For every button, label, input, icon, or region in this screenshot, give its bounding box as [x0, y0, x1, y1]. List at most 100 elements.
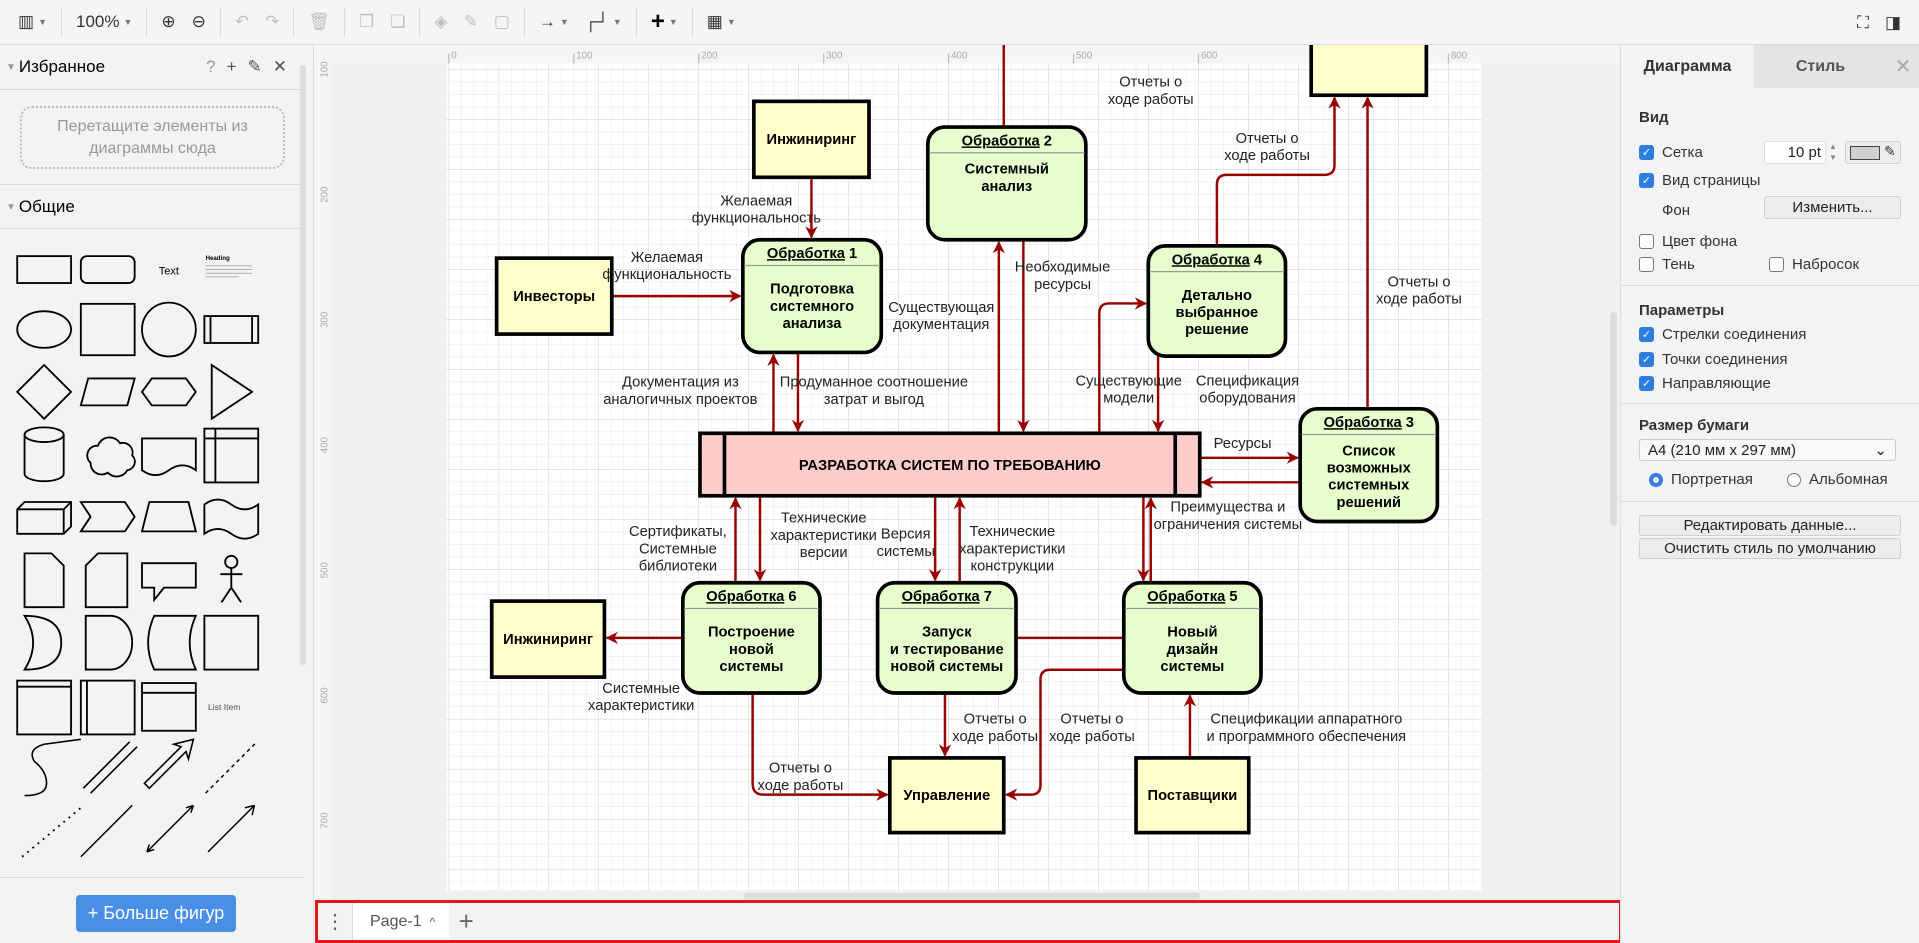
shape-or[interactable]: [22, 614, 63, 671]
vertical-scrollbar[interactable]: [1610, 312, 1617, 526]
grid-checkbox[interactable]: ✓: [1639, 145, 1654, 160]
page-view-checkbox[interactable]: ✓: [1639, 173, 1654, 188]
shape-container[interactable]: [16, 679, 72, 736]
redo-icon[interactable]: ↷: [257, 0, 287, 45]
process-node[interactable]: Обработка 5 Новый дизайн системы: [1121, 580, 1263, 695]
page-tab[interactable]: Page-1 ^: [353, 903, 450, 940]
add-page-button[interactable]: +: [449, 906, 483, 937]
shape-directional-arrow[interactable]: [207, 804, 256, 853]
shape-callout[interactable]: [141, 562, 197, 603]
shape-curve-arrow[interactable]: [24, 738, 81, 797]
edit-icon[interactable]: ✎: [248, 57, 262, 77]
close-icon[interactable]: ✕: [273, 57, 287, 77]
external-entity[interactable]: Управление: [887, 756, 1006, 835]
undo-icon[interactable]: ↶: [227, 0, 257, 45]
shape-cube[interactable]: [16, 501, 72, 535]
sidebar-scrollbar[interactable]: [300, 65, 306, 665]
shape-step[interactable]: [79, 501, 136, 533]
shape-thick-arrow[interactable]: [143, 738, 195, 790]
shape-text[interactable]: Text: [159, 265, 179, 277]
process-node[interactable]: Обработка 7 Запуск и тестирование новой сис…: [875, 580, 1018, 695]
shape-dashed-line[interactable]: [205, 741, 258, 794]
shape-bidirectional-arrow[interactable]: [146, 804, 195, 853]
close-icon[interactable]: ✕: [1887, 45, 1919, 88]
clear-default-style-button[interactable]: Очистить стиль по умолчанию: [1639, 538, 1901, 559]
sketch-checkbox[interactable]: [1769, 257, 1784, 272]
waypoints-icon[interactable]: ┌┘ ▼: [577, 0, 630, 45]
guides-checkbox[interactable]: ✓: [1639, 376, 1654, 391]
connection-icon[interactable]: → ▼: [531, 0, 577, 45]
zoom-dropdown[interactable]: 100% ▼: [68, 0, 140, 45]
shape-square-2[interactable]: [203, 614, 260, 671]
shape-list-item[interactable]: List Item: [208, 702, 240, 712]
connection-points-checkbox[interactable]: ✓: [1639, 352, 1654, 367]
favorites-dropzone[interactable]: Перетащите элементы из диаграммы сюда: [20, 106, 285, 169]
shape-actor[interactable]: [220, 554, 243, 603]
grid-size-input[interactable]: 10 pt: [1764, 141, 1826, 164]
bg-color-checkbox[interactable]: [1639, 234, 1654, 249]
main-process[interactable]: РАЗРАБОТКА СИСТЕМ ПО ТРЕБОВАНИЮ: [698, 431, 1202, 498]
process-node[interactable]: Обработка 4 Детально выбранное решение: [1146, 244, 1288, 358]
fill-color-icon[interactable]: ◈: [426, 0, 455, 45]
shape-trapezoid[interactable]: [140, 501, 197, 533]
edit-data-button[interactable]: Редактировать данные...: [1639, 515, 1901, 536]
shape-document[interactable]: [141, 437, 197, 477]
shape-heading[interactable]: Heading: [206, 255, 230, 262]
shape-ellipse[interactable]: [16, 310, 72, 349]
shape-triangle[interactable]: [210, 363, 254, 421]
shape-vertical-container[interactable]: [79, 679, 136, 736]
general-header[interactable]: ▼ Общие: [6, 197, 75, 217]
to-back-icon[interactable]: ❏: [382, 0, 413, 45]
process-node[interactable]: Обработка 3 Список возможных системных решен…: [1298, 406, 1440, 524]
paper-size-select[interactable]: A4 (210 мм x 297 мм) ⌄: [1639, 439, 1896, 461]
shape-hexagon[interactable]: [140, 377, 197, 407]
shape-double-arrow[interactable]: [82, 741, 138, 794]
diagram[interactable]: 0 100 200 300 400 500 600 700 800 100 200 300 400 500…: [314, 45, 1620, 900]
connection-arrows-checkbox[interactable]: ✓: [1639, 327, 1654, 342]
zoom-out-icon[interactable]: ⊖: [184, 0, 214, 45]
tab-diagram[interactable]: Диаграмма: [1621, 45, 1754, 88]
delete-icon[interactable]: 🗑: [300, 0, 338, 45]
shape-line[interactable]: [80, 804, 133, 858]
shape-cloud[interactable]: [86, 436, 136, 478]
diagram-canvas[interactable]: 0 100 200 300 400 500 600 700 800 100 200 300 400 500…: [314, 45, 1620, 900]
shape-tape[interactable]: [203, 498, 260, 540]
shape-process[interactable]: [203, 315, 260, 344]
shape-delay[interactable]: [84, 614, 134, 671]
help-icon[interactable]: ?: [206, 57, 215, 77]
format-panel-icon[interactable]: ◨: [1877, 0, 1909, 45]
layout-button[interactable]: ▥ ▼: [10, 0, 55, 45]
external-entity[interactable]: [1309, 45, 1429, 98]
shadow-checkbox[interactable]: [1639, 257, 1654, 272]
favorites-header[interactable]: ▼ Избранное: [6, 57, 105, 77]
line-color-icon[interactable]: ✎: [456, 0, 486, 45]
tab-style[interactable]: Стиль: [1754, 45, 1887, 88]
external-entity[interactable]: Поставщики: [1134, 756, 1251, 835]
grid-color-button[interactable]: ✎: [1845, 141, 1901, 164]
shape-parallelogram[interactable]: [79, 377, 136, 407]
zoom-in-icon[interactable]: ⊕: [153, 0, 183, 45]
shape-note[interactable]: [23, 552, 65, 609]
process-node[interactable]: Обработка 2 Системный анализ: [925, 125, 1088, 242]
shadow-icon[interactable]: ▢: [486, 0, 518, 45]
to-front-icon[interactable]: ❐: [351, 0, 382, 45]
shape-diamond[interactable]: [15, 363, 73, 421]
shape-list[interactable]: [141, 682, 197, 732]
more-shapes-button[interactable]: + Больше фигур: [76, 895, 236, 932]
chevron-up-icon[interactable]: ^: [430, 915, 436, 929]
shape-internal-storage[interactable]: [203, 427, 260, 484]
external-entity[interactable]: Инжиниринг: [752, 99, 871, 180]
fullscreen-icon[interactable]: ⛶: [1849, 0, 1877, 45]
table-icon[interactable]: ▦ ▼: [699, 0, 744, 45]
process-node[interactable]: Обработка 6 Построение новой системы: [680, 580, 822, 695]
process-node[interactable]: Обработка 1 Подготовка системного анализа: [741, 237, 884, 355]
portrait-radio[interactable]: [1649, 472, 1663, 487]
add-icon[interactable]: +: [227, 57, 237, 77]
shape-circle[interactable]: [141, 301, 197, 358]
shape-card[interactable]: [84, 552, 129, 609]
insert-icon[interactable]: + ▼: [643, 0, 686, 45]
external-entity[interactable]: Инвесторы: [494, 256, 614, 336]
landscape-radio[interactable]: [1787, 472, 1801, 487]
external-entity[interactable]: Инжиниринг: [489, 599, 607, 679]
shape-rounded-rectangle[interactable]: [79, 255, 136, 284]
